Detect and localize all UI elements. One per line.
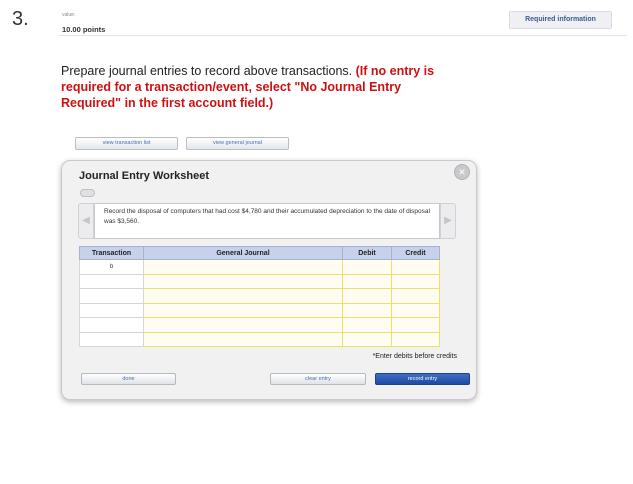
page-indicator-pill[interactable] [80, 189, 95, 197]
instructions-text: Prepare journal entries to record above … [61, 64, 353, 78]
view-general-journal-button[interactable]: view general journal [186, 137, 289, 150]
transaction-description-panel: ◀ Record the disposal of computers that … [78, 203, 456, 239]
debit-field[interactable] [342, 317, 392, 333]
debit-field[interactable] [342, 288, 392, 304]
account-field[interactable] [143, 302, 343, 318]
transaction-cell [79, 288, 144, 304]
credit-field[interactable] [391, 331, 440, 347]
chevron-left-icon[interactable]: ◀ [78, 203, 94, 239]
worksheet-title: Journal Entry Worksheet [79, 170, 209, 182]
account-field[interactable] [143, 331, 343, 347]
table-row [79, 273, 440, 289]
journal-entry-worksheet: Journal Entry Worksheet ✕ ◀ Record the d… [61, 160, 477, 400]
credit-field[interactable] [391, 302, 440, 318]
table-row: b [79, 259, 440, 275]
transaction-cell [79, 317, 144, 333]
transaction-cell [79, 331, 144, 347]
credit-field[interactable] [391, 273, 440, 289]
transaction-cell [79, 273, 144, 289]
transaction-cell: b [79, 259, 144, 275]
debit-field[interactable] [342, 302, 392, 318]
credit-field[interactable] [391, 288, 440, 304]
header-debit: Debit [342, 246, 392, 260]
journal-table: Transaction General Journal Debit Credit… [79, 246, 440, 347]
required-information-button[interactable]: Required information [509, 11, 612, 29]
transaction-description: Record the disposal of computers that ha… [94, 203, 440, 239]
table-row [79, 331, 440, 347]
table-row [79, 288, 440, 304]
credit-field[interactable] [391, 317, 440, 333]
header-divider [58, 35, 627, 36]
table-row [79, 317, 440, 333]
points-label: 10.00 points [62, 25, 106, 34]
account-field[interactable] [143, 259, 343, 275]
debit-field[interactable] [342, 259, 392, 275]
debits-before-credits-note: *Enter debits before credits [372, 353, 457, 360]
instructions: Prepare journal entries to record above … [61, 63, 451, 111]
view-transaction-list-button[interactable]: view transaction list [75, 137, 178, 150]
value-label: value: [62, 12, 76, 18]
record-entry-button[interactable]: record entry [375, 373, 470, 385]
question-number: 3. [12, 8, 29, 30]
done-button[interactable]: done [81, 373, 176, 385]
table-row [79, 302, 440, 318]
clear-entry-button[interactable]: clear entry [270, 373, 366, 385]
account-field[interactable] [143, 317, 343, 333]
close-icon[interactable]: ✕ [454, 164, 470, 180]
debit-field[interactable] [342, 331, 392, 347]
account-field[interactable] [143, 273, 343, 289]
transaction-cell [79, 302, 144, 318]
header-transaction: Transaction [79, 246, 144, 260]
credit-field[interactable] [391, 259, 440, 275]
chevron-right-icon[interactable]: ▶ [440, 203, 456, 239]
header-general-journal: General Journal [143, 246, 343, 260]
header-credit: Credit [391, 246, 440, 260]
debit-field[interactable] [342, 273, 392, 289]
account-field[interactable] [143, 288, 343, 304]
